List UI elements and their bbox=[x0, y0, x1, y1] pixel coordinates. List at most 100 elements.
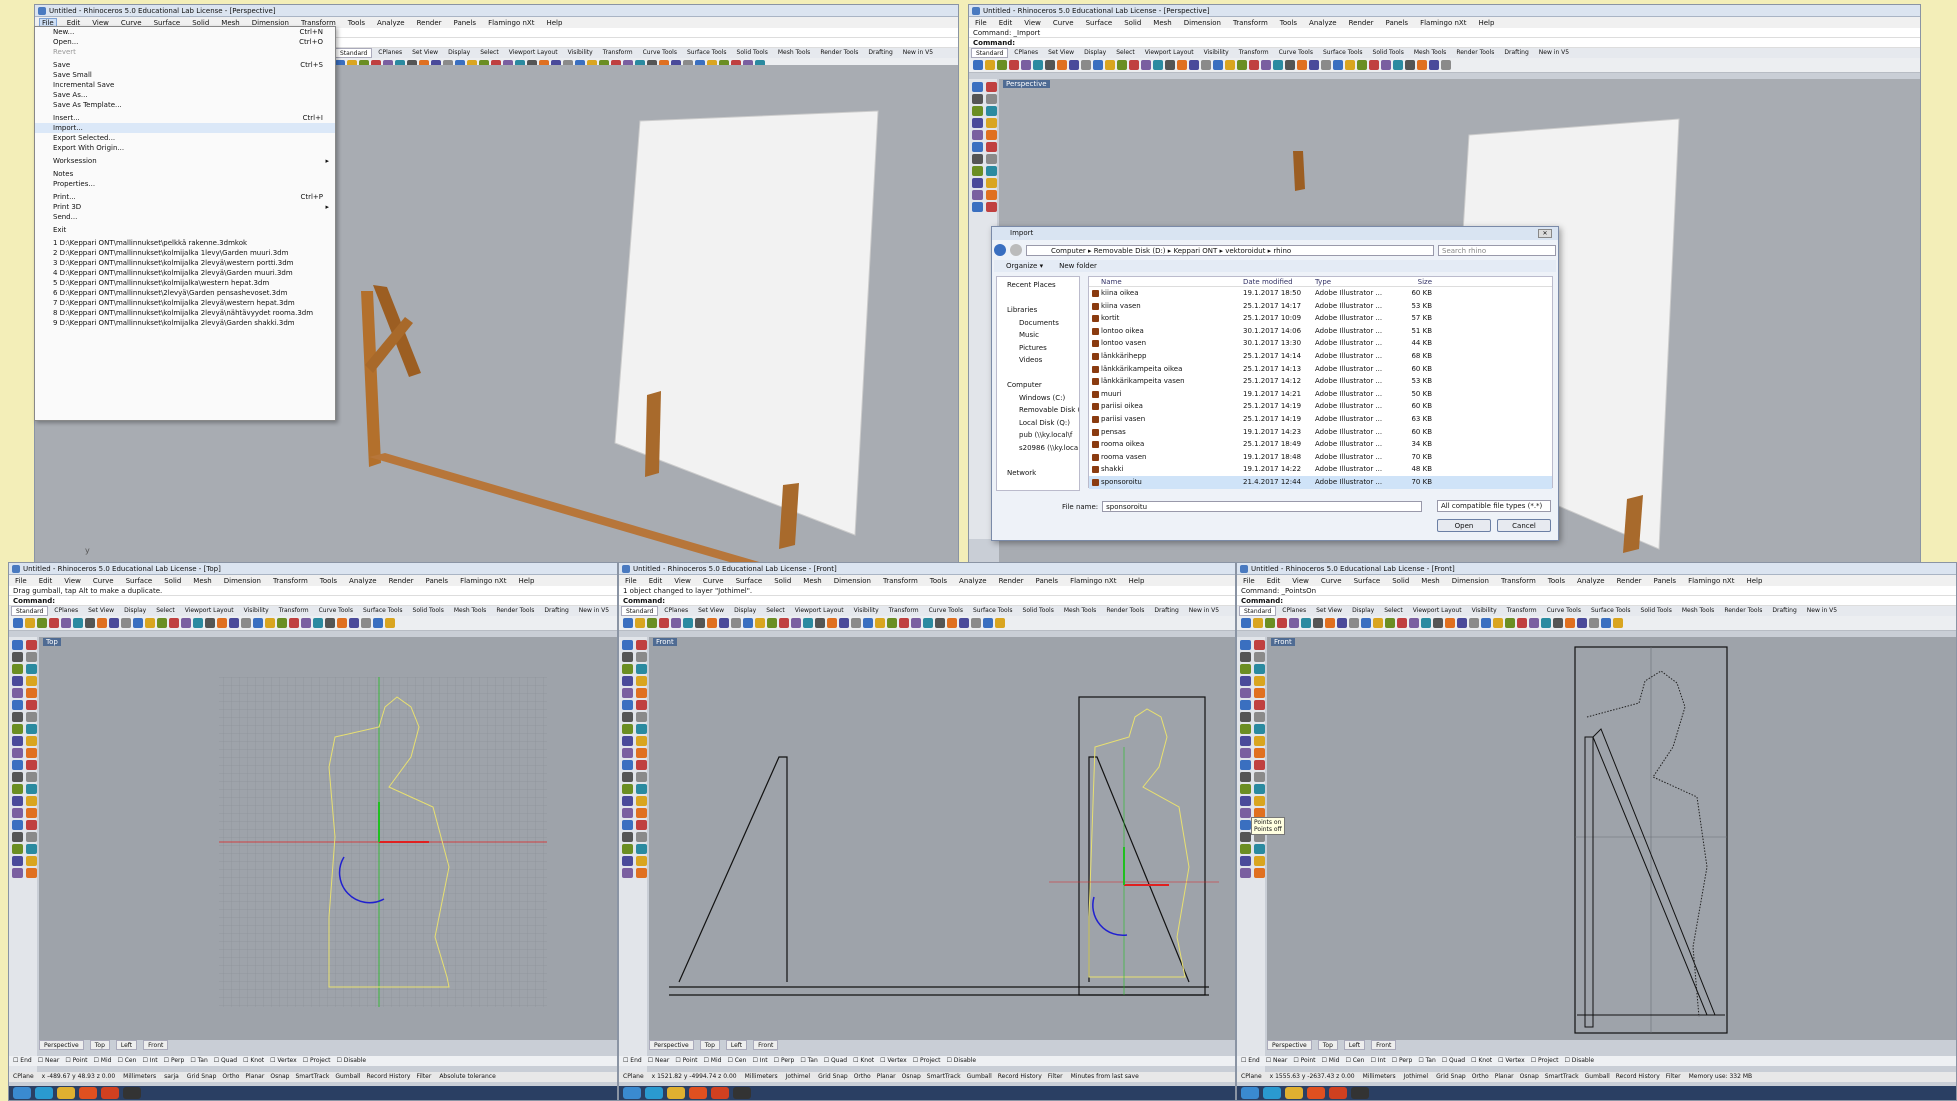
menu-surface[interactable]: Surface bbox=[734, 577, 765, 585]
file-row[interactable]: sponsoroitu 21.4.2017 12:44 Adobe Illustra… bbox=[1089, 475, 1552, 489]
osnap-project[interactable]: ☐ Project bbox=[913, 1056, 941, 1066]
viewport-tab-left[interactable]: Left bbox=[115, 1040, 138, 1050]
side-tool-icon[interactable] bbox=[1240, 784, 1251, 794]
menu-tools[interactable]: Tools bbox=[1546, 577, 1567, 585]
explorer-icon[interactable] bbox=[1285, 1087, 1303, 1099]
file-menu-item[interactable]: Print 3D bbox=[35, 202, 335, 212]
toolbar-tool-icon[interactable] bbox=[623, 618, 633, 628]
nav-item[interactable]: pub (\\ky.local\f bbox=[997, 429, 1079, 442]
tab-transform[interactable]: Transform bbox=[1503, 606, 1541, 616]
toolbar-tool-icon[interactable] bbox=[755, 618, 765, 628]
toolbar-tool-icon[interactable] bbox=[1385, 618, 1395, 628]
toolbar-tool-icon[interactable] bbox=[1313, 618, 1323, 628]
status-osnap[interactable]: Osnap bbox=[270, 1072, 289, 1082]
viewport-label[interactable]: Top bbox=[43, 638, 61, 646]
viewport-tab-perspective[interactable]: Perspective bbox=[649, 1040, 694, 1050]
media-icon[interactable] bbox=[1307, 1087, 1325, 1099]
tab-set-view[interactable]: Set View bbox=[408, 48, 442, 58]
side-tool-icon[interactable] bbox=[986, 178, 997, 188]
side-tool-icon[interactable] bbox=[1240, 700, 1251, 710]
toolbar-tool-icon[interactable] bbox=[1289, 618, 1299, 628]
side-tool-icon[interactable] bbox=[972, 190, 983, 200]
toolbar-tool-icon[interactable] bbox=[229, 618, 239, 628]
side-tool-icon[interactable] bbox=[986, 94, 997, 104]
toolbar-tool-icon[interactable] bbox=[1129, 60, 1139, 70]
tab-curve-tools[interactable]: Curve Tools bbox=[1543, 606, 1585, 616]
osnap-end[interactable]: ☐ End bbox=[13, 1056, 32, 1066]
side-tool-icon[interactable] bbox=[1254, 724, 1265, 734]
file-menu-item[interactable]: Exit bbox=[35, 225, 335, 235]
osnap-disable[interactable]: ☐ Disable bbox=[1565, 1056, 1595, 1066]
toolbar-tool-icon[interactable] bbox=[875, 618, 885, 628]
file-menu-item[interactable]: Save As Template... bbox=[35, 100, 335, 110]
toolbar-tool-icon[interactable] bbox=[1361, 618, 1371, 628]
toolbar-tool-icon[interactable] bbox=[935, 618, 945, 628]
nav-item[interactable]: Computer bbox=[997, 379, 1079, 392]
toolbar-tool-icon[interactable] bbox=[1417, 60, 1427, 70]
menu-panels[interactable]: Panels bbox=[452, 19, 479, 27]
file-menu-item[interactable]: 5 D:\Keppari ONT\mallinnukset\kolmijalka… bbox=[35, 278, 335, 288]
menu-flamingo-nxt[interactable]: Flamingo nXt bbox=[1068, 577, 1118, 585]
status-osnap[interactable]: Osnap bbox=[1520, 1072, 1539, 1082]
tab-drafting[interactable]: Drafting bbox=[1500, 48, 1532, 58]
toolbar-tool-icon[interactable] bbox=[983, 618, 993, 628]
toolbar-tool-icon[interactable] bbox=[241, 618, 251, 628]
menu-analyze[interactable]: Analyze bbox=[347, 577, 379, 585]
toolbar-tool-icon[interactable] bbox=[995, 618, 1005, 628]
toolbar-tool-icon[interactable] bbox=[145, 618, 155, 628]
menu-transform[interactable]: Transform bbox=[1231, 19, 1270, 27]
side-tool-icon[interactable] bbox=[1254, 640, 1265, 650]
column-header[interactable]: Size bbox=[1387, 277, 1432, 286]
menu-mesh[interactable]: Mesh bbox=[801, 577, 823, 585]
toolbar-tool-icon[interactable] bbox=[1349, 618, 1359, 628]
menu-mesh[interactable]: Mesh bbox=[1151, 19, 1173, 27]
side-tool-icon[interactable] bbox=[1254, 676, 1265, 686]
toolbar-tool-icon[interactable] bbox=[1189, 60, 1199, 70]
toolbar-tool-icon[interactable] bbox=[1213, 60, 1223, 70]
side-tool-icon[interactable] bbox=[636, 688, 647, 698]
toolbar-tool-icon[interactable] bbox=[1577, 618, 1587, 628]
file-menu-item[interactable]: Save As... bbox=[35, 90, 335, 100]
menu-analyze[interactable]: Analyze bbox=[957, 577, 989, 585]
tab-new-in-v5[interactable]: New in V5 bbox=[1535, 48, 1573, 58]
side-tool-icon[interactable] bbox=[636, 844, 647, 854]
menu-file[interactable]: File bbox=[1241, 577, 1257, 585]
toolbar-tool-icon[interactable] bbox=[1393, 60, 1403, 70]
side-tool-icon[interactable] bbox=[622, 796, 633, 806]
side-tool-icon[interactable] bbox=[1240, 772, 1251, 782]
start-icon[interactable] bbox=[623, 1087, 641, 1099]
osnap-near[interactable]: ☐ Near bbox=[38, 1056, 60, 1066]
menu-mesh[interactable]: Mesh bbox=[1419, 577, 1441, 585]
rhino-icon[interactable] bbox=[733, 1087, 751, 1099]
menu-flamingo-nxt[interactable]: Flamingo nXt bbox=[1686, 577, 1736, 585]
tab-render-tools[interactable]: Render Tools bbox=[1102, 606, 1148, 616]
toolbar-tool-icon[interactable] bbox=[277, 618, 287, 628]
status-planar[interactable]: Planar bbox=[1495, 1072, 1514, 1082]
toolbar-tool-icon[interactable] bbox=[157, 618, 167, 628]
tab-curve-tools[interactable]: Curve Tools bbox=[1275, 48, 1317, 58]
side-tool-icon[interactable] bbox=[622, 820, 633, 830]
menu-edit[interactable]: Edit bbox=[37, 577, 55, 585]
side-tool-icon[interactable] bbox=[986, 130, 997, 140]
tab-display[interactable]: Display bbox=[1080, 48, 1110, 58]
tab-surface-tools[interactable]: Surface Tools bbox=[1319, 48, 1367, 58]
menu-help[interactable]: Help bbox=[1126, 577, 1146, 585]
osnap-near[interactable]: ☐ Near bbox=[648, 1056, 670, 1066]
toolbar-tool-icon[interactable] bbox=[109, 618, 119, 628]
toolbar-tool-icon[interactable] bbox=[647, 618, 657, 628]
tab-viewport-layout[interactable]: Viewport Layout bbox=[181, 606, 238, 616]
side-tool-icon[interactable] bbox=[636, 796, 647, 806]
file-row[interactable]: kiina oikea 19.1.2017 18:50 Adobe Illustra… bbox=[1089, 287, 1552, 300]
status-gumball[interactable]: Gumball bbox=[967, 1072, 992, 1082]
viewport-tab-front[interactable]: Front bbox=[753, 1040, 779, 1050]
toolbar-tool-icon[interactable] bbox=[193, 618, 203, 628]
nav-item[interactable]: Pictures bbox=[997, 342, 1079, 355]
side-tool-icon[interactable] bbox=[986, 82, 997, 92]
menu-file[interactable]: File bbox=[623, 577, 639, 585]
osnap-vertex[interactable]: ☐ Vertex bbox=[270, 1056, 297, 1066]
status-grid-snap[interactable]: Grid Snap bbox=[1436, 1072, 1466, 1082]
toolbar-tool-icon[interactable] bbox=[313, 618, 323, 628]
viewport-tab-perspective[interactable]: Perspective bbox=[39, 1040, 84, 1050]
osnap-mid[interactable]: ☐ Mid bbox=[704, 1056, 722, 1066]
toolbar-tool-icon[interactable] bbox=[217, 618, 227, 628]
